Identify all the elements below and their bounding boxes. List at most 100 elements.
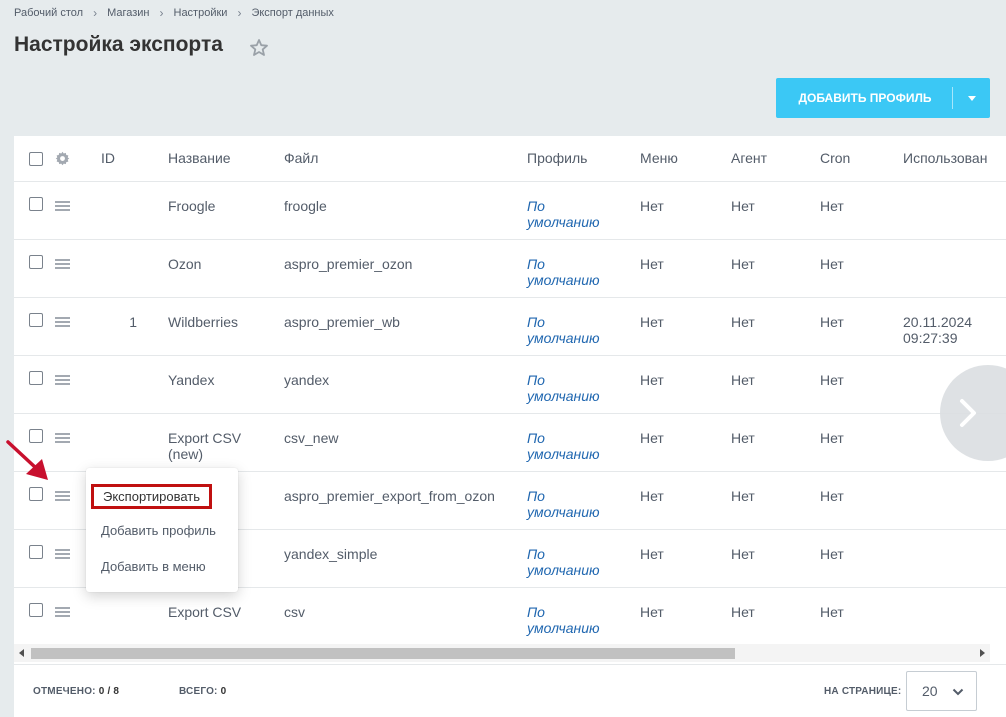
add-profile-button[interactable]: ДОБАВИТЬ ПРОФИЛЬ — [776, 78, 990, 118]
cell-profile-link[interactable]: умолчанию — [527, 620, 600, 636]
cell-profile-link[interactable]: умолчанию — [527, 504, 600, 520]
per-page-label: НА СТРАНИЦЕ: — [824, 686, 902, 697]
row-checkbox[interactable] — [29, 487, 43, 501]
table-header: ID Название Файл Профиль Меню Агент Cron… — [14, 136, 1006, 182]
select-all-checkbox[interactable] — [29, 152, 43, 166]
cell-menu: Нет — [640, 372, 664, 388]
burger-icon[interactable] — [55, 317, 70, 327]
burger-icon[interactable] — [55, 433, 70, 443]
row-checkbox[interactable] — [29, 197, 43, 211]
chevron-down-icon — [952, 688, 964, 696]
cell-file: csv — [284, 604, 305, 620]
cell-profile-link[interactable]: умолчанию — [527, 214, 600, 230]
cell-file: aspro_premier_export_from_ozon — [284, 488, 495, 504]
cell-used-time: 09:27:39 — [903, 330, 958, 346]
row-checkbox[interactable] — [29, 313, 43, 327]
cell-profile-link[interactable]: По — [527, 314, 545, 330]
cell-profile-link[interactable]: умолчанию — [527, 562, 600, 578]
column-header-file[interactable]: Файл — [284, 150, 318, 166]
total-counter: ВСЕГО: 0 — [179, 686, 226, 697]
cell-cron: Нет — [820, 546, 844, 562]
breadcrumb-item-settings[interactable]: Настройки — [174, 7, 228, 19]
per-page-select[interactable]: 20 — [906, 671, 977, 711]
breadcrumb-item-desktop[interactable]: Рабочий стол — [14, 7, 83, 19]
add-profile-dropdown-button[interactable] — [953, 95, 990, 101]
cell-file: aspro_premier_wb — [284, 314, 400, 330]
cell-name: Export CSV — [168, 604, 242, 620]
cell-name: Ozon — [168, 256, 202, 272]
star-icon[interactable] — [249, 38, 269, 58]
cell-menu: Нет — [640, 198, 664, 214]
row-checkbox[interactable] — [29, 545, 43, 559]
scroll-right-icon[interactable] — [980, 649, 985, 657]
table-row[interactable]: Export CSV (new) csv_new По умолчанию Не… — [14, 414, 1006, 472]
cell-cron: Нет — [820, 372, 844, 388]
cell-profile-link[interactable]: умолчанию — [527, 330, 600, 346]
cell-agent: Нет — [731, 604, 755, 620]
cell-file: froogle — [284, 198, 327, 214]
cell-profile-link[interactable]: По — [527, 546, 545, 562]
row-checkbox[interactable] — [29, 255, 43, 269]
cell-profile-link[interactable]: умолчанию — [527, 272, 600, 288]
red-arrow-icon — [6, 440, 48, 480]
burger-icon[interactable] — [55, 259, 70, 269]
horizontal-scrollbar[interactable] — [14, 644, 990, 662]
scroll-left-icon[interactable] — [19, 649, 24, 657]
checked-counter: ОТМЕЧЕНО: 0 / 8 — [33, 686, 119, 697]
breadcrumb-item-shop[interactable]: Магазин — [107, 7, 149, 19]
breadcrumb-separator-icon: › — [159, 6, 164, 20]
scrollbar-thumb[interactable] — [31, 648, 735, 659]
chevron-right-icon — [960, 399, 976, 427]
breadcrumb-item-export[interactable]: Экспорт данных — [251, 7, 333, 19]
cell-cron: Нет — [820, 604, 844, 620]
cell-id: 1 — [129, 314, 137, 330]
cell-profile-link[interactable]: умолчанию — [527, 446, 600, 462]
checked-value: 0 / 8 — [98, 686, 120, 697]
cell-profile-link[interactable]: умолчанию — [527, 388, 600, 404]
burger-icon[interactable] — [55, 491, 70, 501]
cell-agent: Нет — [731, 198, 755, 214]
table-row[interactable]: 1 Wildberries aspro_premier_wb По умолча… — [14, 298, 1006, 356]
table-row[interactable]: Export CSV csv По умолчанию Нет Нет Нет — [14, 588, 1006, 646]
row-checkbox[interactable] — [29, 371, 43, 385]
cell-agent: Нет — [731, 256, 755, 272]
cell-cron: Нет — [820, 198, 844, 214]
table-footer: ОТМЕЧЕНО: 0 / 8 ВСЕГО: 0 НА СТРАНИЦЕ: 20 — [14, 664, 1006, 717]
cell-agent: Нет — [731, 488, 755, 504]
column-header-cron[interactable]: Cron — [820, 150, 850, 166]
column-header-id[interactable]: ID — [101, 150, 115, 166]
page-title: Настройка экспорта — [14, 33, 223, 56]
column-header-profile[interactable]: Профиль — [527, 150, 587, 166]
menu-item-add-to-menu[interactable]: Добавить в меню — [101, 559, 206, 574]
burger-icon[interactable] — [55, 201, 70, 211]
burger-icon[interactable] — [55, 607, 70, 617]
menu-item-add-profile[interactable]: Добавить профиль — [101, 523, 216, 538]
cell-profile-link[interactable]: По — [527, 198, 545, 214]
column-header-agent[interactable]: Агент — [731, 150, 767, 166]
total-label: ВСЕГО: — [179, 686, 218, 697]
table-row[interactable]: Froogle froogle По умолчанию Нет Нет Нет — [14, 182, 1006, 240]
cell-profile-link[interactable]: По — [527, 604, 545, 620]
cell-profile-link[interactable]: По — [527, 488, 545, 504]
column-header-menu[interactable]: Меню — [640, 150, 678, 166]
menu-item-export[interactable]: Экспортировать — [91, 484, 212, 509]
table-row[interactable]: Ozon aspro_premier_ozon По умолчанию Нет… — [14, 240, 1006, 298]
column-header-used[interactable]: Использован — [903, 150, 987, 166]
row-context-menu: Экспортировать Добавить профиль Добавить… — [86, 468, 238, 592]
burger-icon[interactable] — [55, 549, 70, 559]
table-row[interactable]: Yandex yandex По умолчанию Нет Нет Нет — [14, 356, 1006, 414]
cell-agent: Нет — [731, 546, 755, 562]
cell-profile-link[interactable]: По — [527, 256, 545, 272]
cell-profile-link[interactable]: По — [527, 372, 545, 388]
breadcrumb-separator-icon: › — [93, 6, 98, 20]
burger-icon[interactable] — [55, 375, 70, 385]
gear-icon[interactable] — [55, 151, 70, 166]
cell-agent: Нет — [731, 372, 755, 388]
per-page-value: 20 — [922, 683, 938, 699]
cell-name: Froogle — [168, 198, 216, 214]
breadcrumb: Рабочий стол › Магазин › Настройки › Экс… — [14, 6, 334, 20]
cell-profile-link[interactable]: По — [527, 430, 545, 446]
row-checkbox[interactable] — [29, 603, 43, 617]
cell-agent: Нет — [731, 430, 755, 446]
column-header-name[interactable]: Название — [168, 150, 231, 166]
